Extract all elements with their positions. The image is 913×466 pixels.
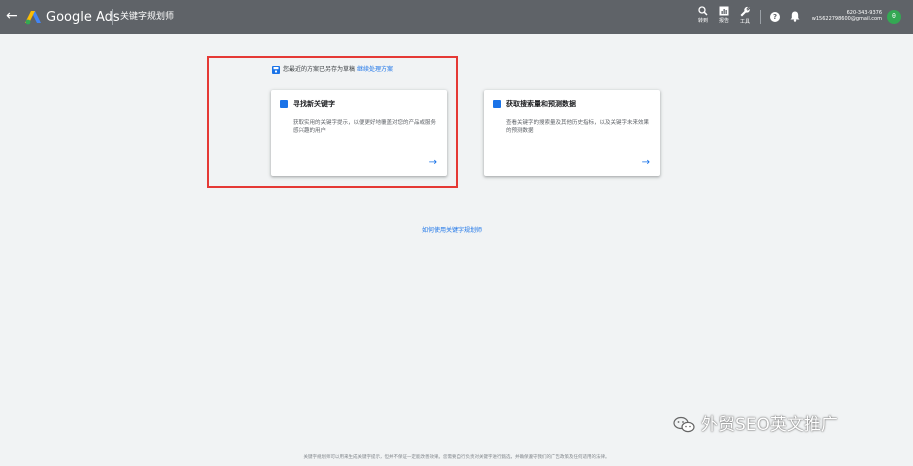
draft-notice-text: 您最近的方案已另存为草稿 <box>283 66 356 73</box>
divider <box>760 10 761 24</box>
google-ads-logo-icon <box>25 11 41 25</box>
goto-button[interactable]: 转到 <box>693 6 713 30</box>
help-icon[interactable]: ? <box>770 12 780 22</box>
reports-icon <box>719 6 729 16</box>
tools-label: 工具 <box>739 19 750 25</box>
draft-notice: 您最近的方案已另存为草稿 继续处理方案 <box>272 65 393 75</box>
footer-disclaimer: 关键字规划师可以用来生成关键字提示，但并不保证一定能改善效果。您需要自行负责对关… <box>303 455 610 460</box>
find-new-keywords-card[interactable]: 寻找新关键字 获取实用的关键字提示，以便更好地覆盖对您的产品或服务感兴趣的用户 … <box>271 90 447 176</box>
card-title: 获取搜索量和预测数据 <box>506 100 576 108</box>
wechat-icon <box>673 416 695 433</box>
bar-chart-icon <box>493 100 501 114</box>
divider <box>112 9 113 25</box>
save-icon <box>272 66 280 74</box>
goto-label: 转到 <box>697 18 708 24</box>
arrow-right-icon[interactable]: → <box>429 158 437 168</box>
search-volume-forecast-card[interactable]: 获取搜索量和预测数据 查看关键字的搜索量及其他历史指标，以及关键字未来效果的预测… <box>484 90 660 176</box>
page-title: 关键字规划师 <box>120 12 175 22</box>
watermark: 外贸SEO英文推广 <box>673 413 838 437</box>
brand-name[interactable]: Google Ads <box>46 9 120 26</box>
reports-button[interactable]: 报告 <box>714 6 734 30</box>
card-description: 获取实用的关键字提示，以便更好地覆盖对您的产品或服务感兴趣的用户 <box>293 120 437 134</box>
card-description: 查看关键字的搜索量及其他历史指标，以及关键字未来效果的预测数据 <box>506 120 650 134</box>
watermark-text: 外贸SEO英文推广 <box>701 415 838 435</box>
tools-button[interactable]: 工具 <box>735 6 755 30</box>
arrow-right-icon[interactable]: → <box>642 158 650 168</box>
wrench-icon <box>740 6 750 17</box>
search-icon <box>280 100 288 114</box>
account-email[interactable]: w15622798600@gmail.com <box>802 16 882 23</box>
continue-plan-link[interactable]: 继续处理方案 <box>357 66 393 73</box>
bell-icon[interactable] <box>790 11 800 22</box>
how-to-use-link[interactable]: 如何使用关键字规划师 <box>422 226 482 235</box>
reports-label: 报告 <box>718 18 729 24</box>
card-title: 寻找新关键字 <box>293 100 335 108</box>
back-arrow-icon[interactable]: ← <box>6 8 18 24</box>
avatar[interactable]: θ <box>887 10 901 24</box>
search-icon <box>698 6 708 16</box>
top-app-bar: ← Google Ads 关键字规划师 转到 报告 工具 ? 620-343-9… <box>0 0 913 34</box>
